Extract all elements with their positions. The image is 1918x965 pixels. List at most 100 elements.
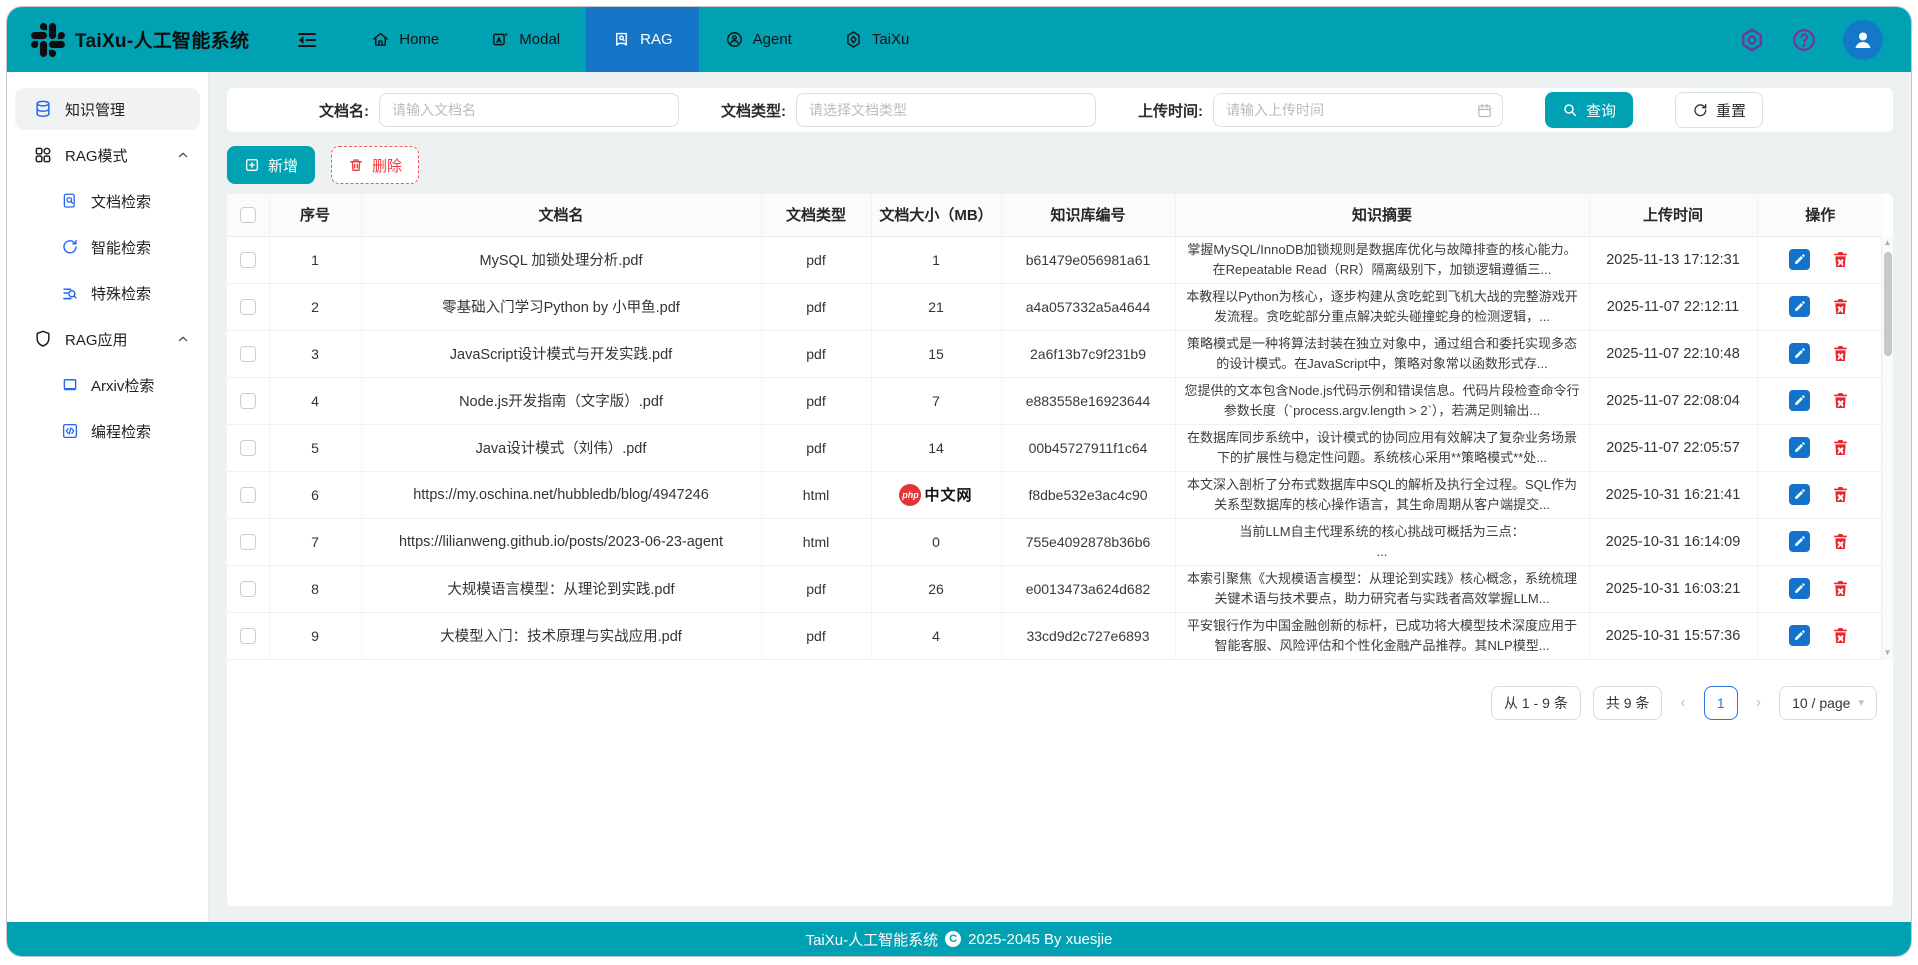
nav-item-home[interactable]: Home	[345, 7, 465, 72]
pagination-total: 共 9 条	[1593, 686, 1663, 720]
scroll-up-icon[interactable]: ▲	[1884, 236, 1892, 250]
select-all-checkbox[interactable]	[240, 207, 256, 223]
nav-item-rag[interactable]: RAG	[586, 7, 699, 72]
nav-item-taixu[interactable]: TaiXu	[818, 7, 936, 72]
table-wrap: 序号 文档名 文档类型 文档大小（MB） 知识库编号 知识摘要 上传时间 操作	[227, 194, 1893, 660]
nav-item-agent[interactable]: Agent	[699, 7, 818, 72]
row-checkbox[interactable]	[240, 581, 256, 597]
sidebar-item-doc-search[interactable]: 文档检索	[15, 180, 200, 222]
summary-text: 在数据库同步系统中，设计模式的协同应用有效解决了复杂业务场景下的扩展性与稳定性问…	[1182, 428, 1583, 467]
delete-row-icon[interactable]	[1830, 343, 1852, 365]
help-icon[interactable]	[1791, 27, 1817, 53]
row-checkbox[interactable]	[240, 628, 256, 644]
sidebar-item-arxiv-search[interactable]: Arxiv检索	[15, 364, 200, 406]
cell-actions	[1757, 236, 1883, 283]
cell-index: 2	[269, 283, 361, 330]
col-summary: 知识摘要	[1175, 194, 1589, 236]
cell-doc-name: Node.js开发指南（文字版）.pdf	[361, 377, 761, 424]
sidebar-group-rag-mode[interactable]: RAG模式	[15, 134, 200, 176]
upload-time-input[interactable]	[1213, 93, 1503, 127]
database-icon	[33, 99, 53, 119]
nav-item-modal[interactable]: Modal	[465, 7, 586, 72]
current-page-button[interactable]: 1	[1704, 686, 1738, 720]
edit-icon[interactable]	[1789, 531, 1810, 552]
edit-icon[interactable]	[1789, 625, 1810, 646]
page-size-select[interactable]: 10 / page ▾	[1779, 686, 1877, 720]
row-checkbox[interactable]	[240, 393, 256, 409]
row-checkbox[interactable]	[240, 534, 256, 550]
delete-row-icon[interactable]	[1830, 249, 1852, 271]
delete-row-icon[interactable]	[1830, 531, 1852, 553]
prev-page-icon[interactable]: ‹	[1674, 694, 1691, 712]
upload-time-label: 上传时间:	[1138, 100, 1203, 121]
delete-row-icon[interactable]	[1830, 484, 1852, 506]
cell-upload-time: 2025-10-31 15:57:36	[1589, 612, 1757, 659]
cell-doc-name: https://my.oschina.net/hubbledb/blog/494…	[361, 471, 761, 518]
reset-button[interactable]: 重置	[1675, 92, 1763, 128]
sidebar-item-knowledge[interactable]: 知识管理	[15, 88, 200, 130]
settings-icon[interactable]	[1739, 27, 1765, 53]
cell-summary: 本教程以Python为核心，逐步构建从贪吃蛇到飞机大战的完整游戏开发流程。贪吃蛇…	[1175, 283, 1589, 330]
search-button[interactable]: 查询	[1545, 92, 1633, 128]
app-window: TaiXu-人工智能系统 Home Modal RAG Agent	[6, 6, 1912, 957]
cell-upload-time: 2025-11-13 17:12:31	[1589, 236, 1757, 283]
delete-row-icon[interactable]	[1830, 296, 1852, 318]
next-page-icon[interactable]: ›	[1750, 694, 1767, 712]
table-row: 5 Java设计模式（刘伟）.pdf pdf 14 00b45727911f1c…	[227, 424, 1883, 471]
menu-fold-icon[interactable]	[259, 7, 345, 72]
nav-label: TaiXu	[872, 31, 910, 48]
cell-upload-time: 2025-11-07 22:08:04	[1589, 377, 1757, 424]
sidebar-item-smart-search[interactable]: 智能检索	[15, 226, 200, 268]
cell-doc-size: 7	[871, 377, 1001, 424]
footer: TaiXu-人工智能系统 C 2025-2045 By xuesjie	[7, 922, 1911, 956]
calendar-icon[interactable]	[1476, 102, 1493, 119]
edit-icon[interactable]	[1789, 484, 1810, 505]
delete-row-icon[interactable]	[1830, 390, 1852, 412]
col-index: 序号	[269, 194, 361, 236]
filter-bar: 文档名: 文档类型: 上传时间: 查询	[227, 88, 1893, 132]
delete-button-label: 删除	[372, 155, 402, 176]
sidebar-group-rag-app[interactable]: RAG应用	[15, 318, 200, 360]
add-button[interactable]: 新增	[227, 146, 315, 184]
row-checkbox[interactable]	[240, 299, 256, 315]
cell-doc-type: pdf	[761, 236, 871, 283]
col-doc-size: 文档大小（MB）	[871, 194, 1001, 236]
cell-doc-type: html	[761, 471, 871, 518]
edit-icon[interactable]	[1789, 249, 1810, 270]
edit-icon[interactable]	[1789, 578, 1810, 599]
delete-row-icon[interactable]	[1830, 578, 1852, 600]
php-logo-icon: php	[899, 484, 921, 506]
edit-icon[interactable]	[1789, 390, 1810, 411]
cell-kb-id: 755e4092878b36b6	[1001, 518, 1175, 565]
main-content: 文档名: 文档类型: 上传时间: 查询	[209, 72, 1911, 922]
sidebar-item-special-search[interactable]: 特殊检索	[15, 272, 200, 314]
doc-name-input[interactable]	[379, 93, 679, 127]
edit-icon[interactable]	[1789, 296, 1810, 317]
col-actions: 操作	[1757, 194, 1883, 236]
edit-icon[interactable]	[1789, 437, 1810, 458]
cell-kb-id: a4a057332a5a4644	[1001, 283, 1175, 330]
doc-type-select[interactable]	[796, 93, 1096, 127]
footer-suffix: 2025-2045 By xuesjie	[968, 931, 1112, 948]
cell-doc-type: html	[761, 518, 871, 565]
table-scrollbar[interactable]: ▲ ▼	[1881, 236, 1893, 660]
delete-row-icon[interactable]	[1830, 625, 1852, 647]
cell-upload-time: 2025-10-31 16:14:09	[1589, 518, 1757, 565]
app-title: TaiXu-人工智能系统	[75, 26, 249, 53]
reset-icon	[1692, 102, 1708, 118]
row-checkbox[interactable]	[240, 252, 256, 268]
table-row: 1 MySQL 加锁处理分析.pdf pdf 1 b61479e056981a6…	[227, 236, 1883, 283]
reset-button-label: 重置	[1716, 100, 1746, 121]
scroll-down-icon[interactable]: ▼	[1884, 646, 1892, 660]
row-checkbox[interactable]	[240, 346, 256, 362]
sidebar-item-code-search[interactable]: 编程检索	[15, 410, 200, 452]
row-checkbox[interactable]	[240, 440, 256, 456]
cell-upload-time: 2025-11-07 22:12:11	[1589, 283, 1757, 330]
user-avatar[interactable]	[1843, 20, 1883, 60]
scroll-thumb[interactable]	[1884, 252, 1892, 356]
row-checkbox[interactable]	[240, 487, 256, 503]
delete-button[interactable]: 删除	[331, 146, 419, 184]
edit-icon[interactable]	[1789, 343, 1810, 364]
delete-row-icon[interactable]	[1830, 437, 1852, 459]
summary-text: 当前LLM自主代理系统的核心挑战可概括为三点： ...	[1182, 522, 1583, 561]
